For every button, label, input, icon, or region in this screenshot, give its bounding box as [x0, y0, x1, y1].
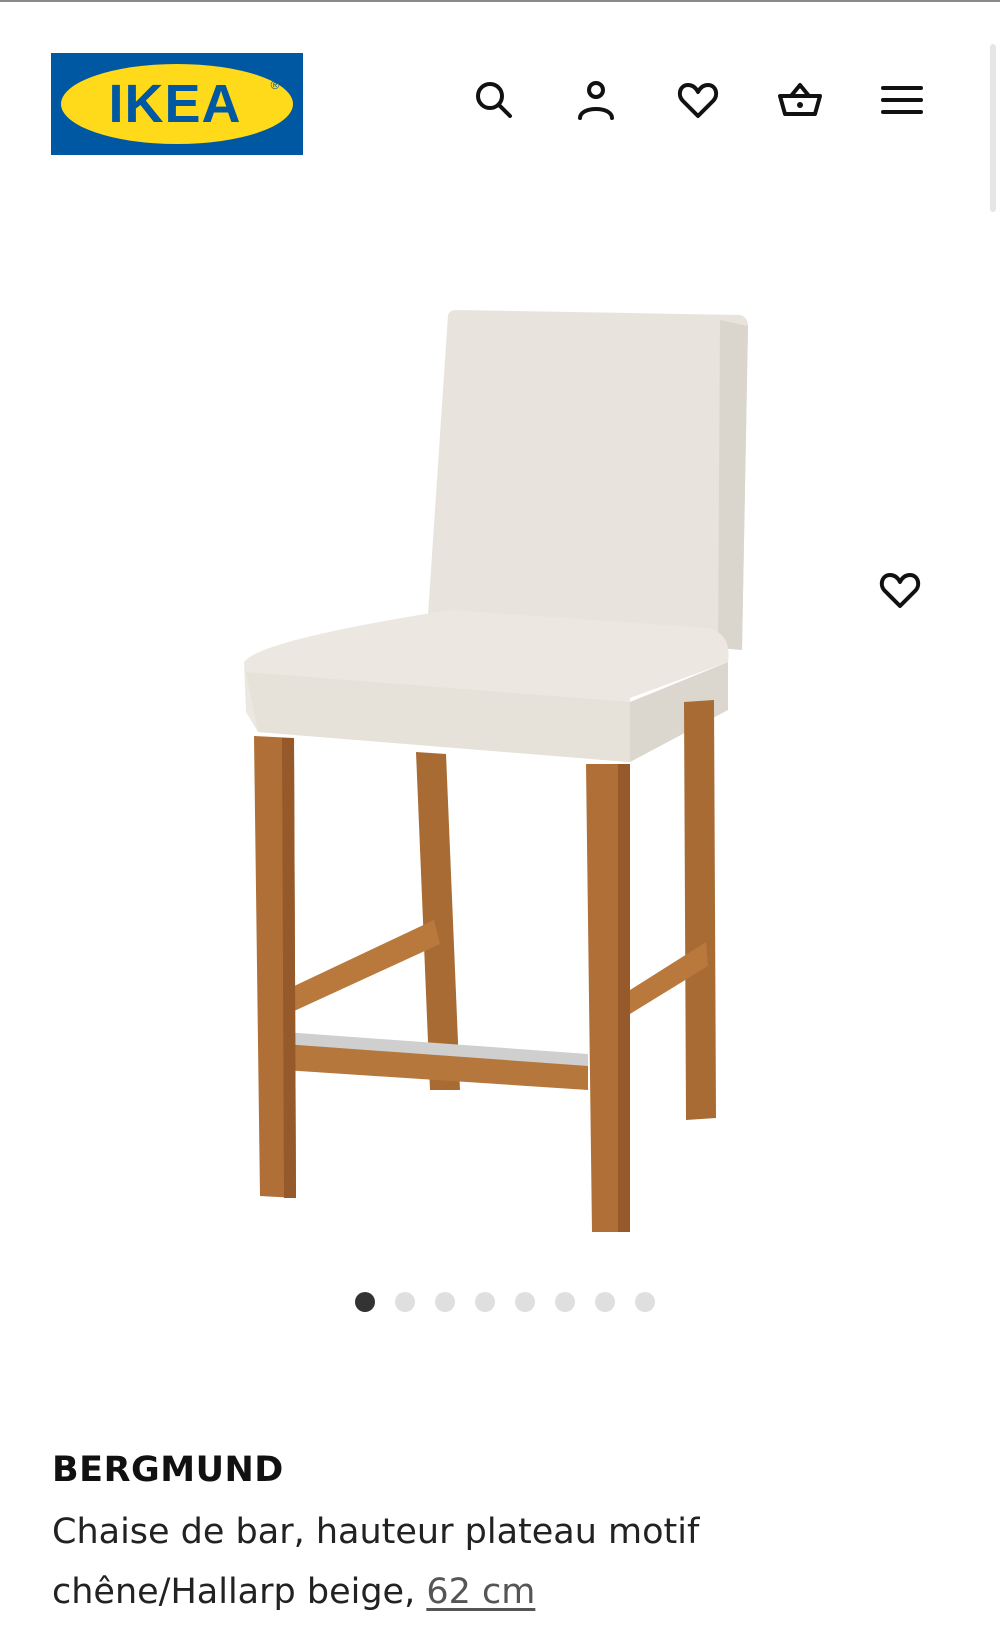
gallery-dot[interactable]: [435, 1292, 455, 1312]
gallery-dot[interactable]: [635, 1292, 655, 1312]
search-icon: [476, 82, 512, 118]
shopping-basket-icon: [778, 83, 822, 116]
heart-icon: [879, 573, 921, 608]
ikea-logo[interactable]: IKEA ®: [51, 53, 303, 155]
svg-text:®: ®: [271, 78, 280, 92]
heart-icon: [677, 83, 719, 118]
hamburger-menu-icon: [881, 86, 923, 114]
add-to-favorites-button[interactable]: [872, 562, 928, 618]
gallery-dot[interactable]: [395, 1292, 415, 1312]
chair-stretcher: [290, 920, 440, 1012]
chair-backrest: [428, 310, 748, 650]
site-header: IKEA ®: [0, 0, 1000, 200]
gallery-dot[interactable]: [595, 1292, 615, 1312]
cart-button[interactable]: [772, 72, 828, 128]
product-description-text: Chaise de bar, hauteur plateau motif chê…: [52, 1512, 700, 1612]
person-icon: [578, 81, 614, 120]
chair-back-leg: [416, 752, 460, 1090]
account-button[interactable]: [568, 72, 624, 128]
search-button[interactable]: [466, 72, 522, 128]
product-name: BERGMUND: [52, 1450, 284, 1490]
product-gallery: [0, 230, 1000, 1270]
svg-text:IKEA: IKEA: [108, 74, 241, 134]
product-size-link[interactable]: 62 cm: [426, 1572, 535, 1612]
product-info: BERGMUND Chaise de bar, hauteur plateau …: [52, 1448, 952, 1622]
chair-back-leg: [684, 700, 716, 1120]
gallery-dot[interactable]: [475, 1292, 495, 1312]
menu-button[interactable]: [874, 72, 930, 128]
gallery-dot[interactable]: [515, 1292, 535, 1312]
gallery-dot[interactable]: [355, 1292, 375, 1312]
gallery-pagination: [0, 1292, 1000, 1314]
product-photo[interactable]: [220, 270, 780, 1250]
favorites-button[interactable]: [670, 72, 726, 128]
product-description: Chaise de bar, hauteur plateau motif chê…: [52, 1502, 952, 1622]
gallery-dot[interactable]: [555, 1292, 575, 1312]
